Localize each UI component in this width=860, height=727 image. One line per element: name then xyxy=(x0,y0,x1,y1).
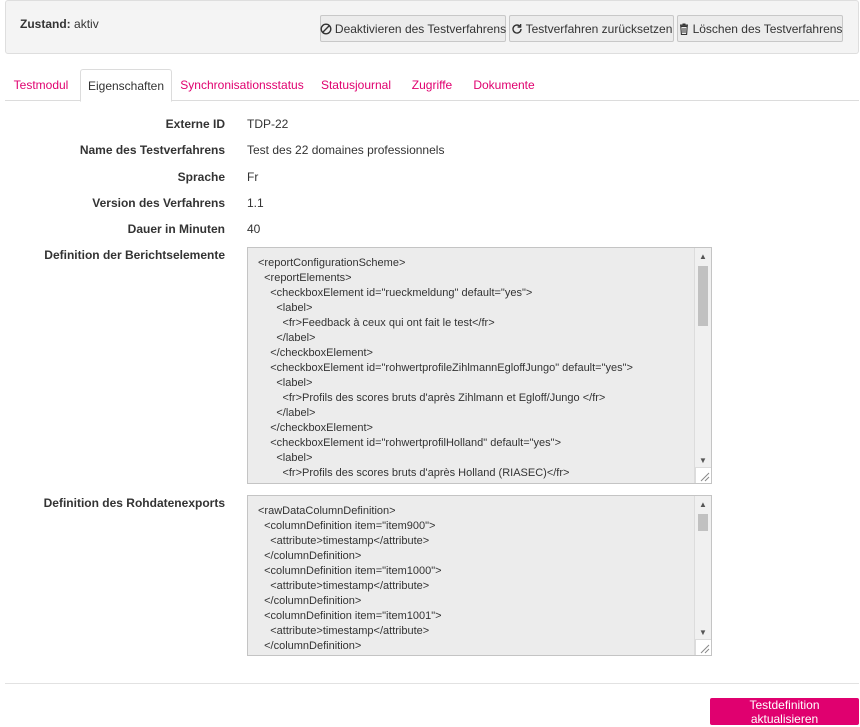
raw-line: <columnDefinition item="item900"> xyxy=(258,520,436,532)
tab-statusjournal[interactable]: Statusjournal xyxy=(315,69,397,101)
report-line: <fr>Profils des scores bruts d'après Hol… xyxy=(258,467,570,479)
tab-dokumente[interactable]: Dokumente xyxy=(469,69,539,101)
ban-icon xyxy=(320,22,332,35)
report-line: <checkboxElement id="rohwertprofilHollan… xyxy=(258,437,562,449)
external-id-label: Externe ID xyxy=(165,117,225,131)
report-line: <fr>Profils des scores bruts d'après Zih… xyxy=(258,392,606,404)
raw-export-definition-label: Definition des Rohdatenexports xyxy=(43,496,225,510)
raw-export-definition-textarea[interactable]: <rawDataColumnDefinition> <columnDefinit… xyxy=(247,495,712,656)
tab-testmodul[interactable]: Testmodul xyxy=(5,69,77,101)
scroll-down-icon[interactable]: ▼ xyxy=(695,625,711,639)
deactivate-button[interactable]: Deaktivieren des Testverfahrens xyxy=(320,15,506,42)
scroll-thumb[interactable] xyxy=(698,514,708,531)
report-line: </label> xyxy=(258,332,316,344)
name-value: Test des 22 domaines professionnels xyxy=(247,143,445,157)
report-scrollbar[interactable]: ▲ ▼ xyxy=(694,248,711,483)
name-label: Name des Testverfahrens xyxy=(79,143,225,157)
reset-label: Testverfahren zurücksetzen xyxy=(525,21,673,36)
raw-line: <columnDefinition item="item1002"> xyxy=(258,654,442,655)
report-line: </checkboxElement> xyxy=(258,347,373,359)
report-definition-label: Definition der Berichtselemente xyxy=(44,248,225,262)
report-definition-textarea[interactable]: <reportConfigurationScheme> <reportEleme… xyxy=(247,247,712,484)
scroll-up-icon[interactable]: ▲ xyxy=(695,249,711,263)
delete-label: Löschen des Testverfahrens xyxy=(692,21,843,36)
report-line: </checkboxElement> xyxy=(258,422,373,434)
tab-synchronisationsstatus[interactable]: Synchronisationsstatus xyxy=(177,69,307,101)
report-line: </label> xyxy=(258,407,316,419)
duration-value: 40 xyxy=(247,222,261,236)
raw-line: </columnDefinition> xyxy=(258,550,362,562)
tab-eigenschaften[interactable]: Eigenschaften xyxy=(80,69,172,102)
trash-icon xyxy=(679,23,688,35)
raw-line: <attribute>timestamp</attribute> xyxy=(258,625,430,637)
scroll-up-icon[interactable]: ▲ xyxy=(695,497,711,511)
report-line: <reportElements> xyxy=(258,272,352,284)
report-line: <reportConfigurationScheme> xyxy=(258,257,406,269)
report-definition-content: <reportConfigurationScheme> <reportEleme… xyxy=(258,256,633,483)
language-value: Fr xyxy=(247,170,259,184)
report-line: <label> xyxy=(258,377,313,389)
status-label: Zustand: xyxy=(20,17,71,31)
status-text: Zustand: aktiv xyxy=(20,17,99,31)
tab-bar: Testmodul Eigenschaften Synchronisations… xyxy=(5,69,859,102)
raw-line: <attribute>timestamp</attribute> xyxy=(258,580,430,592)
raw-scrollbar[interactable]: ▲ ▼ xyxy=(694,496,711,655)
report-line: <label> xyxy=(258,452,313,464)
report-line: <label> xyxy=(258,302,313,314)
raw-line: <columnDefinition item="item1001"> xyxy=(258,610,442,622)
scroll-down-icon[interactable]: ▼ xyxy=(695,453,711,467)
report-line: <checkboxElement id="rueckmeldung" defau… xyxy=(258,287,533,299)
raw-line: </columnDefinition> xyxy=(258,640,362,652)
raw-export-definition-content: <rawDataColumnDefinition> <columnDefinit… xyxy=(258,504,442,655)
version-label: Version des Verfahrens xyxy=(92,196,225,210)
raw-line: <columnDefinition item="item1000"> xyxy=(258,565,442,577)
language-label: Sprache xyxy=(177,170,225,184)
version-value: 1.1 xyxy=(247,196,264,210)
report-line: <checkboxElement id="rohwertprofileZihlm… xyxy=(258,362,633,374)
refresh-icon xyxy=(511,23,522,34)
report-line: </label> xyxy=(258,481,633,483)
footer-divider xyxy=(5,683,859,684)
deactivate-label: Deaktivieren des Testverfahrens xyxy=(334,21,507,36)
reset-button[interactable]: Testverfahren zurücksetzen xyxy=(509,15,674,42)
report-line: <fr>Feedback à ceux qui ont fait le test… xyxy=(258,317,495,329)
external-id-value: TDP-22 xyxy=(247,117,289,131)
status-value: aktiv xyxy=(74,17,99,31)
raw-line: </columnDefinition> xyxy=(258,595,362,607)
duration-label: Dauer in Minuten xyxy=(127,222,225,236)
raw-line: <attribute>timestamp</attribute> xyxy=(258,535,430,547)
raw-line: <rawDataColumnDefinition> xyxy=(258,505,396,517)
tab-zugriffe[interactable]: Zugriffe xyxy=(404,69,460,101)
resize-handle-icon[interactable] xyxy=(695,639,711,655)
update-definition-button[interactable]: Testdefinition aktualisieren xyxy=(710,698,859,726)
resize-handle-icon[interactable] xyxy=(695,467,711,483)
scroll-thumb[interactable] xyxy=(698,266,708,326)
delete-button[interactable]: Löschen des Testverfahrens xyxy=(677,15,843,42)
